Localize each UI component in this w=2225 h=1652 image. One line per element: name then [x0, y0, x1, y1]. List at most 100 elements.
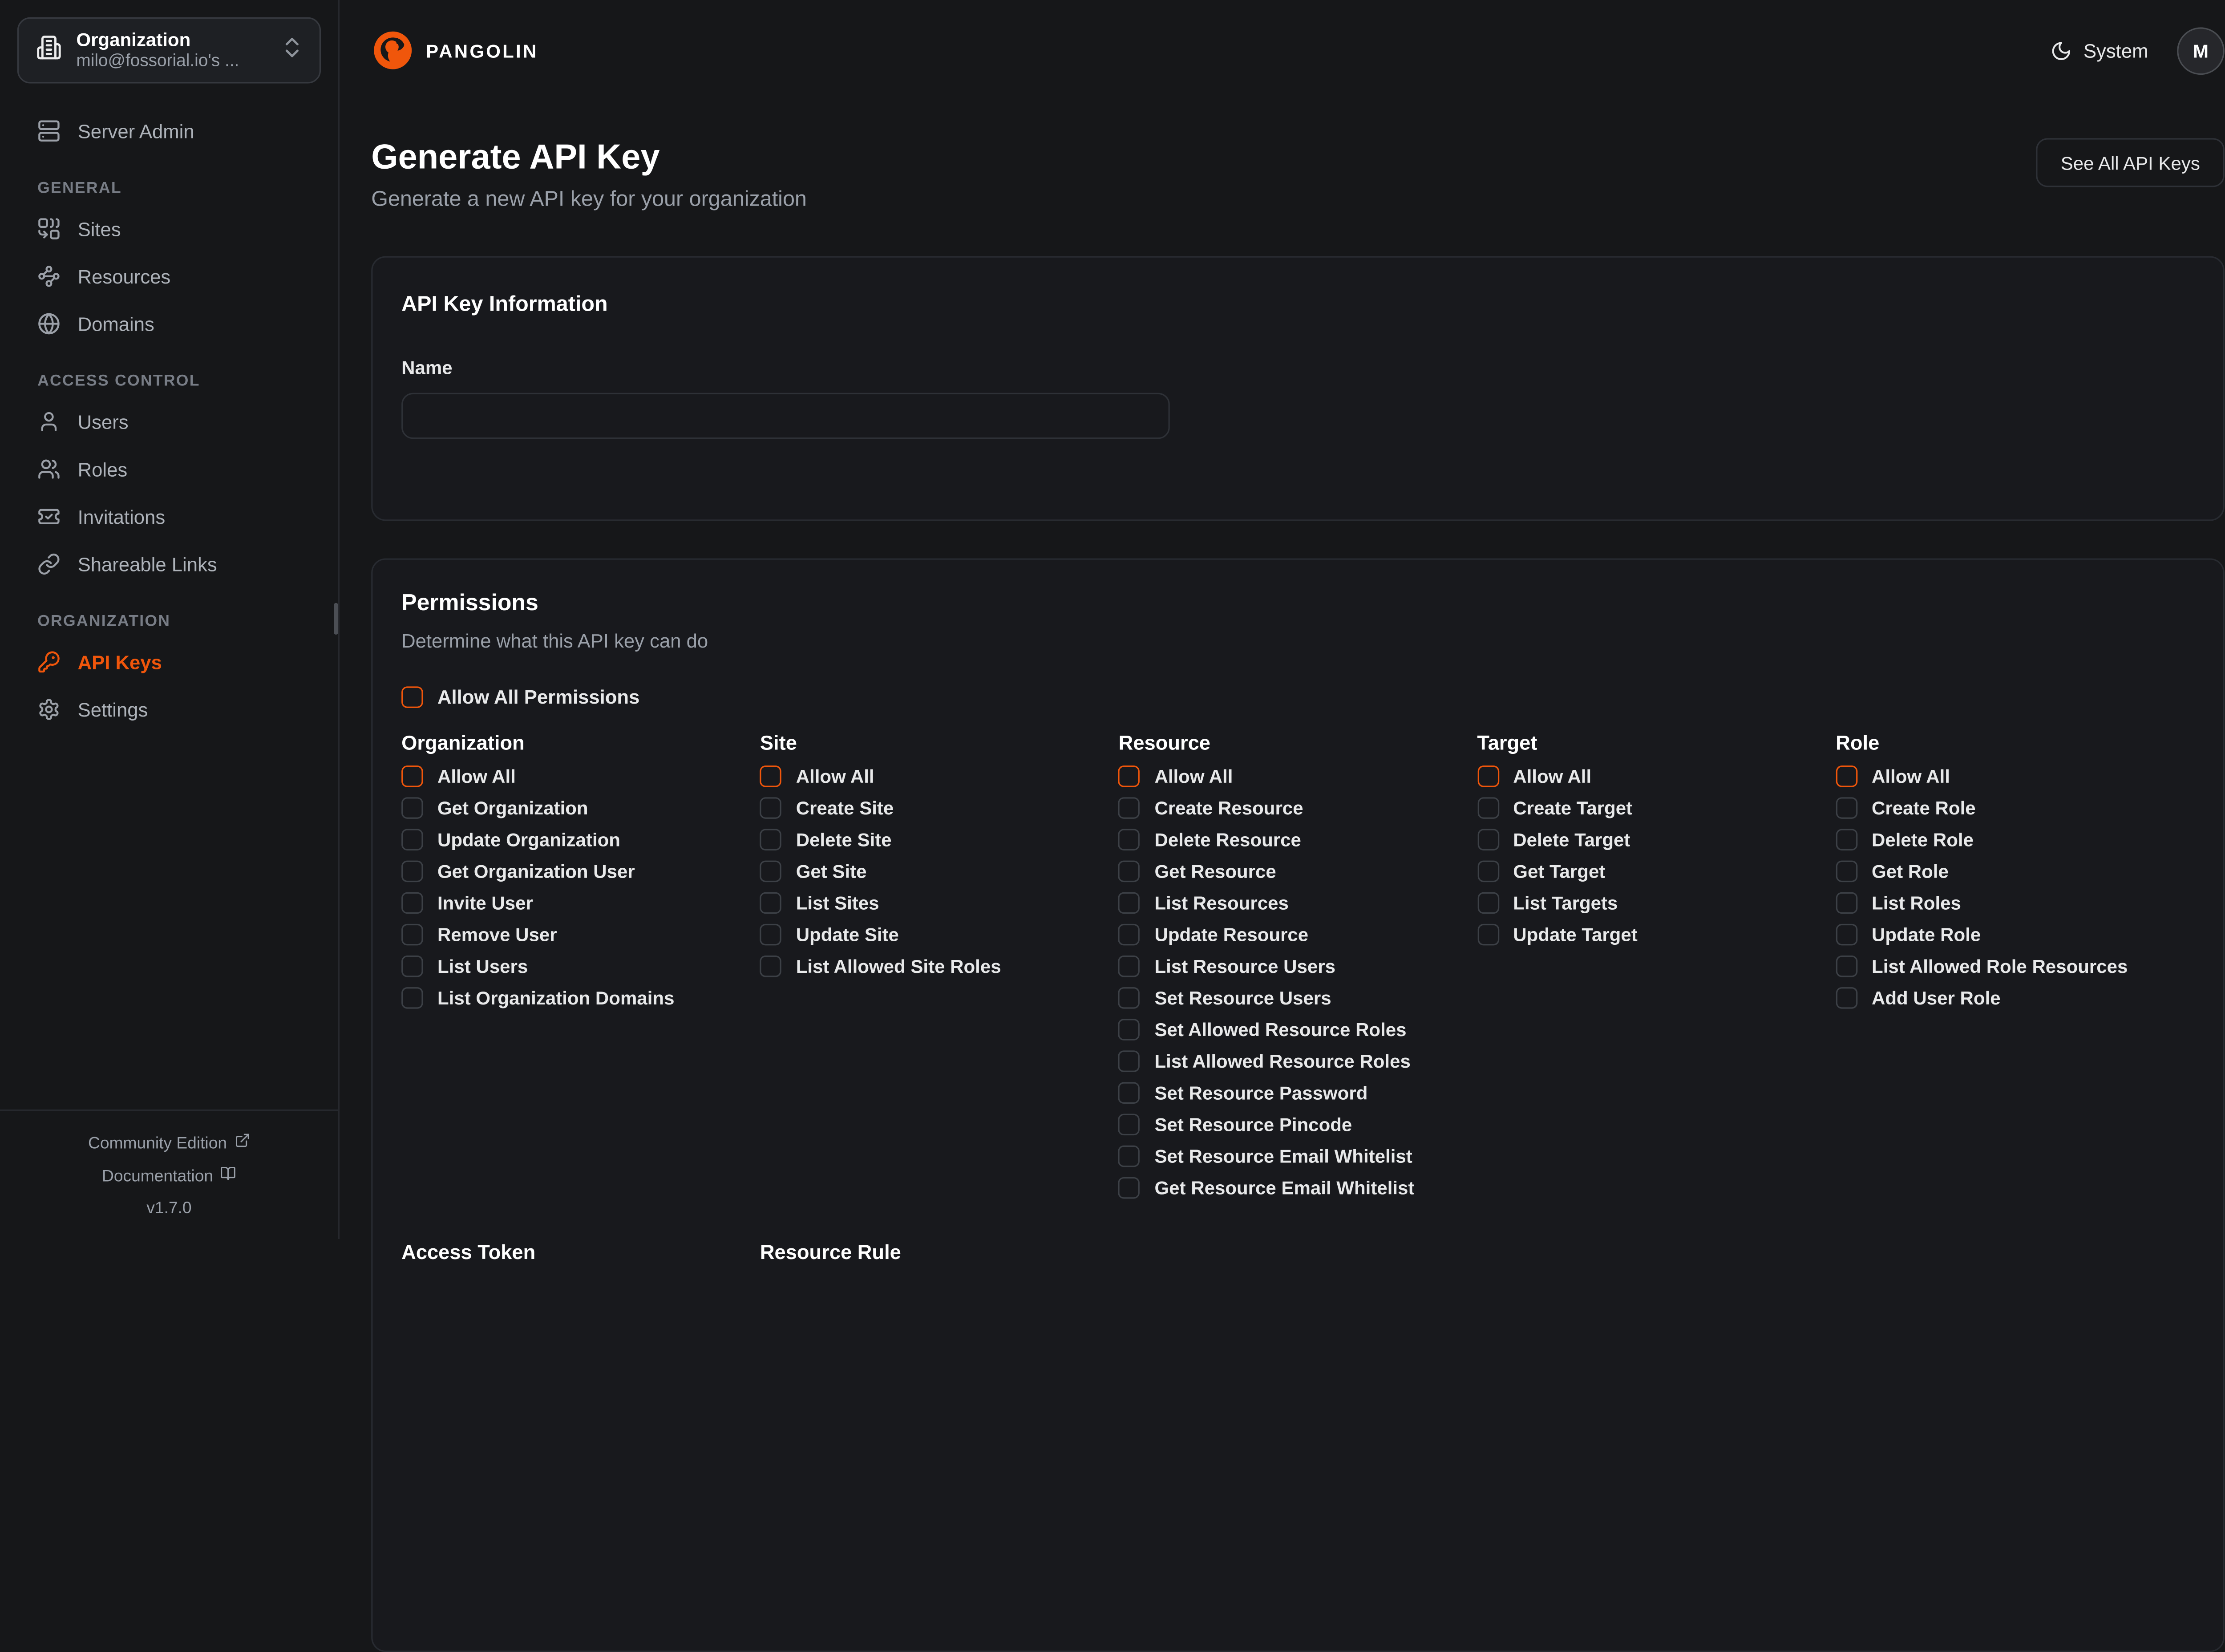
checkbox-site-delete-site[interactable]: [760, 829, 782, 850]
permission-row: Get Target: [1477, 861, 1836, 883]
checkbox-resource-list-resources[interactable]: [1119, 892, 1141, 914]
checkbox-site-update-site[interactable]: [760, 924, 782, 946]
documentation-link[interactable]: Documentation: [102, 1166, 236, 1187]
checkbox-role-list-roles[interactable]: [1836, 892, 1857, 914]
permission-row: Allow All: [1836, 765, 2194, 787]
permission-label: Get Target: [1513, 861, 1605, 883]
sidebar-item-label: Domains: [78, 313, 154, 335]
page-subtitle: Generate a new API key for your organiza…: [371, 187, 807, 211]
checkbox-resource-list-allowed-resource-roles[interactable]: [1119, 1050, 1141, 1072]
page-head: Generate API Key Generate a new API key …: [371, 138, 2225, 211]
permission-row: Get Role: [1836, 861, 2194, 883]
permission-row: Create Resource: [1119, 797, 1477, 819]
avatar[interactable]: M: [2177, 27, 2225, 74]
permission-row: Delete Target: [1477, 829, 1836, 850]
checkbox-site-allow-all[interactable]: [760, 765, 782, 787]
org-switcher-value: milo@fossorial.io's ...: [76, 50, 279, 72]
checkbox-resource-create-resource[interactable]: [1119, 797, 1141, 819]
user-icon: [37, 410, 61, 433]
org-switcher-text: Organization milo@fossorial.io's ...: [76, 29, 279, 72]
permission-label: Get Resource: [1154, 861, 1276, 883]
combine-icon: [37, 217, 61, 240]
sidebar-item-invitations[interactable]: Invitations: [17, 494, 321, 539]
checkbox-role-update-role[interactable]: [1836, 924, 1857, 946]
sidebar-item-users[interactable]: Users: [17, 399, 321, 445]
permission-label: List Organization Domains: [437, 987, 675, 1009]
checkbox-resource-set-resource-password[interactable]: [1119, 1082, 1141, 1104]
see-all-api-keys-button[interactable]: See All API Keys: [2036, 138, 2225, 187]
permission-row: List Allowed Site Roles: [760, 956, 1119, 977]
community-edition-link[interactable]: Community Edition: [88, 1133, 250, 1154]
checkbox-organization-list-users[interactable]: [401, 956, 423, 977]
api-key-info-title: API Key Information: [401, 292, 2194, 318]
permission-row: Get Organization: [401, 797, 760, 819]
sidebar-item-resources[interactable]: Resources: [17, 253, 321, 299]
checkbox-target-create-target[interactable]: [1477, 797, 1499, 819]
sidebar-scrollbar[interactable]: [334, 603, 338, 635]
permission-group-resource-rule: Resource Rule: [760, 1240, 1119, 1275]
sidebar-item-domains[interactable]: Domains: [17, 301, 321, 347]
sidebar-item-roles[interactable]: Roles: [17, 446, 321, 492]
checkbox-target-list-targets[interactable]: [1477, 892, 1499, 914]
theme-toggle[interactable]: System: [2051, 40, 2148, 61]
checkbox-role-create-role[interactable]: [1836, 797, 1857, 819]
sidebar-item-server-admin[interactable]: Server Admin: [17, 108, 321, 154]
checkbox-site-list-allowed-site-roles[interactable]: [760, 956, 782, 977]
checkbox-resource-list-resource-users[interactable]: [1119, 956, 1141, 977]
checkbox-site-list-sites[interactable]: [760, 892, 782, 914]
permission-label: List Roles: [1872, 892, 1961, 914]
checkbox-resource-allow-all[interactable]: [1119, 765, 1141, 787]
org-switcher[interactable]: Organization milo@fossorial.io's ...: [17, 17, 321, 84]
checkbox-organization-update-organization[interactable]: [401, 829, 423, 850]
checkbox-resource-set-allowed-resource-roles[interactable]: [1119, 1019, 1141, 1041]
checkbox-role-add-user-role[interactable]: [1836, 987, 1857, 1009]
checkbox-organization-remove-user[interactable]: [401, 924, 423, 946]
brand-name: PANGOLIN: [426, 40, 538, 61]
sidebar: Organization milo@fossorial.io's ... Ser…: [0, 0, 340, 1239]
checkbox-site-get-site[interactable]: [760, 861, 782, 883]
permission-row: Allow All: [760, 765, 1119, 787]
permission-group-organization: Organization Allow All Get Organization …: [401, 731, 760, 1019]
checkbox-organization-list-organization-domains[interactable]: [401, 987, 423, 1009]
sidebar-item-label: Roles: [78, 458, 128, 480]
permission-row: List Roles: [1836, 892, 2194, 914]
permission-row: Allow All: [401, 765, 760, 787]
sidebar-item-shareable-links[interactable]: Shareable Links: [17, 541, 321, 587]
checkbox-site-create-site[interactable]: [760, 797, 782, 819]
checkbox-resource-get-resource-email-whitelist[interactable]: [1119, 1177, 1141, 1199]
permission-group-access-token: Access Token: [401, 1240, 760, 1275]
checkbox-organization-invite-user[interactable]: [401, 892, 423, 914]
permission-label: Allow All: [437, 765, 516, 787]
checkbox-organization-get-organization[interactable]: [401, 797, 423, 819]
permission-label: Allow All: [796, 765, 874, 787]
checkbox-target-delete-target[interactable]: [1477, 829, 1499, 850]
permissions-subtitle: Determine what this API key can do: [401, 630, 2194, 653]
waypoints-icon: [37, 265, 61, 288]
checkbox-role-delete-role[interactable]: [1836, 829, 1857, 850]
permission-row: List Resources: [1119, 892, 1477, 914]
checkbox-resource-get-resource[interactable]: [1119, 861, 1141, 883]
sidebar-item-api-keys[interactable]: API Keys: [17, 639, 321, 685]
checkbox-target-allow-all[interactable]: [1477, 765, 1499, 787]
checkbox-resource-set-resource-pincode[interactable]: [1119, 1114, 1141, 1136]
checkbox-organization-allow-all[interactable]: [401, 765, 423, 787]
sidebar-item-sites[interactable]: Sites: [17, 206, 321, 251]
sidebar-item-label: Users: [78, 411, 129, 433]
checkbox-target-get-target[interactable]: [1477, 861, 1499, 883]
checkbox-resource-set-resource-email-whitelist[interactable]: [1119, 1146, 1141, 1167]
checkbox-resource-update-resource[interactable]: [1119, 924, 1141, 946]
checkbox-resource-delete-resource[interactable]: [1119, 829, 1141, 850]
checkbox-allow-all-permissions[interactable]: [401, 686, 423, 708]
version-text: v1.7.0: [146, 1199, 191, 1219]
checkbox-role-list-allowed-role-resources[interactable]: [1836, 956, 1857, 977]
name-input[interactable]: [401, 393, 1170, 439]
checkbox-resource-set-resource-users[interactable]: [1119, 987, 1141, 1009]
checkbox-organization-get-organization-user[interactable]: [401, 861, 423, 883]
checkbox-role-allow-all[interactable]: [1836, 765, 1857, 787]
chevrons-up-down-icon: [279, 34, 305, 67]
checkbox-target-update-target[interactable]: [1477, 924, 1499, 946]
sidebar-item-settings[interactable]: Settings: [17, 686, 321, 732]
permission-group-site: Site Allow All Create Site Delete Site G…: [760, 731, 1119, 988]
permission-label: Add User Role: [1872, 987, 2001, 1009]
checkbox-role-get-role[interactable]: [1836, 861, 1857, 883]
